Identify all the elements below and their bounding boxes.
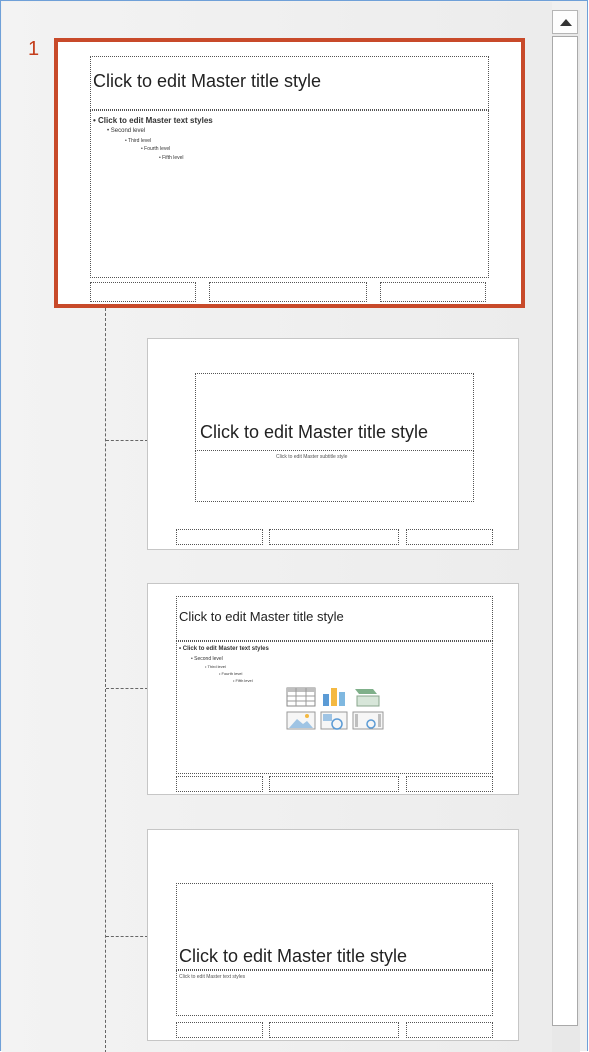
date-placeholder (176, 776, 263, 792)
level-2-text: • Second level (191, 656, 223, 662)
layout-connector-branch (106, 936, 148, 937)
level-5-text: • Fifth level (233, 678, 253, 683)
layout-thumbnail-section-header[interactable]: Click to edit Master title style Click t… (147, 829, 519, 1041)
level-1-text: • Click to edit Master text styles (93, 116, 213, 125)
slide-number-placeholder (380, 282, 486, 302)
slide-thumbnail-pane-frame: 1 Click to edit Master title style • Cli… (0, 0, 588, 1052)
title-placeholder: Click to edit Master title style (176, 596, 493, 641)
slide-number-placeholder (406, 776, 493, 792)
level-3-text: • Third level (205, 664, 226, 669)
layout-thumbnail-title-and-content[interactable]: Click to edit Master title style • Click… (147, 583, 519, 795)
subtitle-placeholder: Click to edit Master subtitle style (195, 450, 474, 502)
slide-thumbnail-pane[interactable]: 1 Click to edit Master title style • Cli… (2, 2, 552, 1052)
chart-icon (323, 688, 345, 706)
level-4-text: • Fourth level (219, 671, 243, 676)
layout-subtitle: Click to edit Master subtitle style (276, 454, 348, 460)
picture-icon (286, 711, 316, 730)
slide-number: 1 (28, 38, 40, 60)
title-placeholder: Click to edit Master title style (195, 373, 474, 451)
date-placeholder (176, 529, 263, 545)
master-title: Click to edit Master title style (93, 71, 322, 91)
content-placeholder: • Click to edit Master text styles • Sec… (176, 641, 493, 774)
arrow-up-icon[interactable] (552, 10, 578, 34)
level-2-text: • Second level (107, 128, 146, 134)
video-icon (352, 711, 384, 730)
title-placeholder: Click to edit Master title style (176, 883, 493, 970)
content-insert-icons (286, 687, 384, 730)
text-placeholder: Click to edit Master text styles (176, 970, 493, 1016)
body-placeholder: • Click to edit Master text styles • Sec… (90, 110, 489, 278)
layout-title: Click to edit Master title style (179, 609, 344, 624)
level-3-text: • Third level (125, 138, 152, 144)
smartart-icon (355, 689, 380, 707)
layout-thumbnail-title-slide[interactable]: Click to edit Master title style Click t… (147, 338, 519, 550)
layout-title: Click to edit Master title style (200, 422, 429, 442)
footer-placeholder (269, 529, 399, 545)
title-placeholder: Click to edit Master title style (90, 56, 489, 110)
footer-placeholder (209, 282, 367, 302)
layout-connector-branch (106, 440, 148, 441)
slide-master-thumbnail[interactable]: Click to edit Master title style • Click… (54, 38, 525, 308)
layout-connector-line (105, 308, 106, 1052)
slide-number-placeholder (406, 1022, 493, 1038)
layout-connector-branch (106, 688, 148, 689)
table-icon (286, 687, 316, 707)
slide-number-placeholder (406, 529, 493, 545)
level-1-text: • Click to edit Master text styles (179, 646, 269, 652)
footer-placeholder (269, 776, 399, 792)
level-4-text: • Fourth level (141, 146, 171, 152)
scrollbar-thumb[interactable] (552, 36, 578, 1026)
date-placeholder (90, 282, 196, 302)
layout-title: Click to edit Master title style (179, 946, 408, 966)
date-placeholder (176, 1022, 263, 1038)
level-5-text: • Fifth level (159, 155, 184, 161)
vertical-scrollbar[interactable] (552, 10, 580, 1052)
layout-text: Click to edit Master text styles (179, 974, 246, 980)
footer-placeholder (269, 1022, 399, 1038)
online-picture-icon (320, 711, 348, 730)
